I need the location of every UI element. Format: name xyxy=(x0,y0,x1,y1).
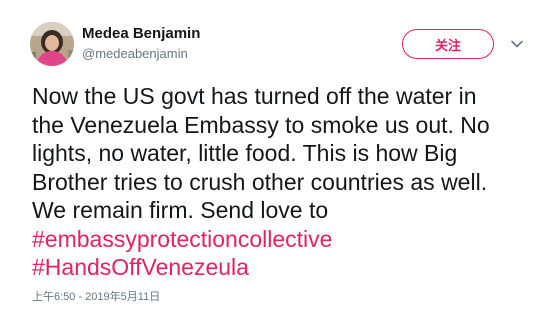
author-display-name[interactable]: Medea Benjamin xyxy=(82,25,200,43)
author-handle[interactable]: @medeabenjamin xyxy=(82,46,188,62)
tweet-text-line: lights, no water, little food. This is h… xyxy=(32,140,458,166)
follow-button[interactable]: 关注 xyxy=(402,29,494,59)
tweet-text: Now the US govt has turned off the water… xyxy=(32,82,537,282)
tweet-card: Medea Benjamin @medeabenjamin 关注 Now the… xyxy=(0,0,550,312)
avatar[interactable] xyxy=(30,22,74,66)
hashtag-link[interactable]: #embassyprotectioncollective xyxy=(32,226,332,252)
tweet-timestamp[interactable]: 上午6:50 - 2019年5月11日 xyxy=(32,290,160,304)
tweet-text-line: the Venezuela Embassy to smoke us out. N… xyxy=(32,111,490,138)
avatar-photo xyxy=(30,22,74,66)
tweet-text-line: Brother tries to crush other countries a… xyxy=(32,168,488,195)
hashtag-link[interactable]: #HandsOffVenezeula xyxy=(32,254,249,280)
tweet-text-line: Now the US govt has turned off the water… xyxy=(32,83,477,109)
chevron-down-icon[interactable] xyxy=(509,36,525,52)
tweet-text-line: We remain firm. Send love to xyxy=(32,197,329,223)
